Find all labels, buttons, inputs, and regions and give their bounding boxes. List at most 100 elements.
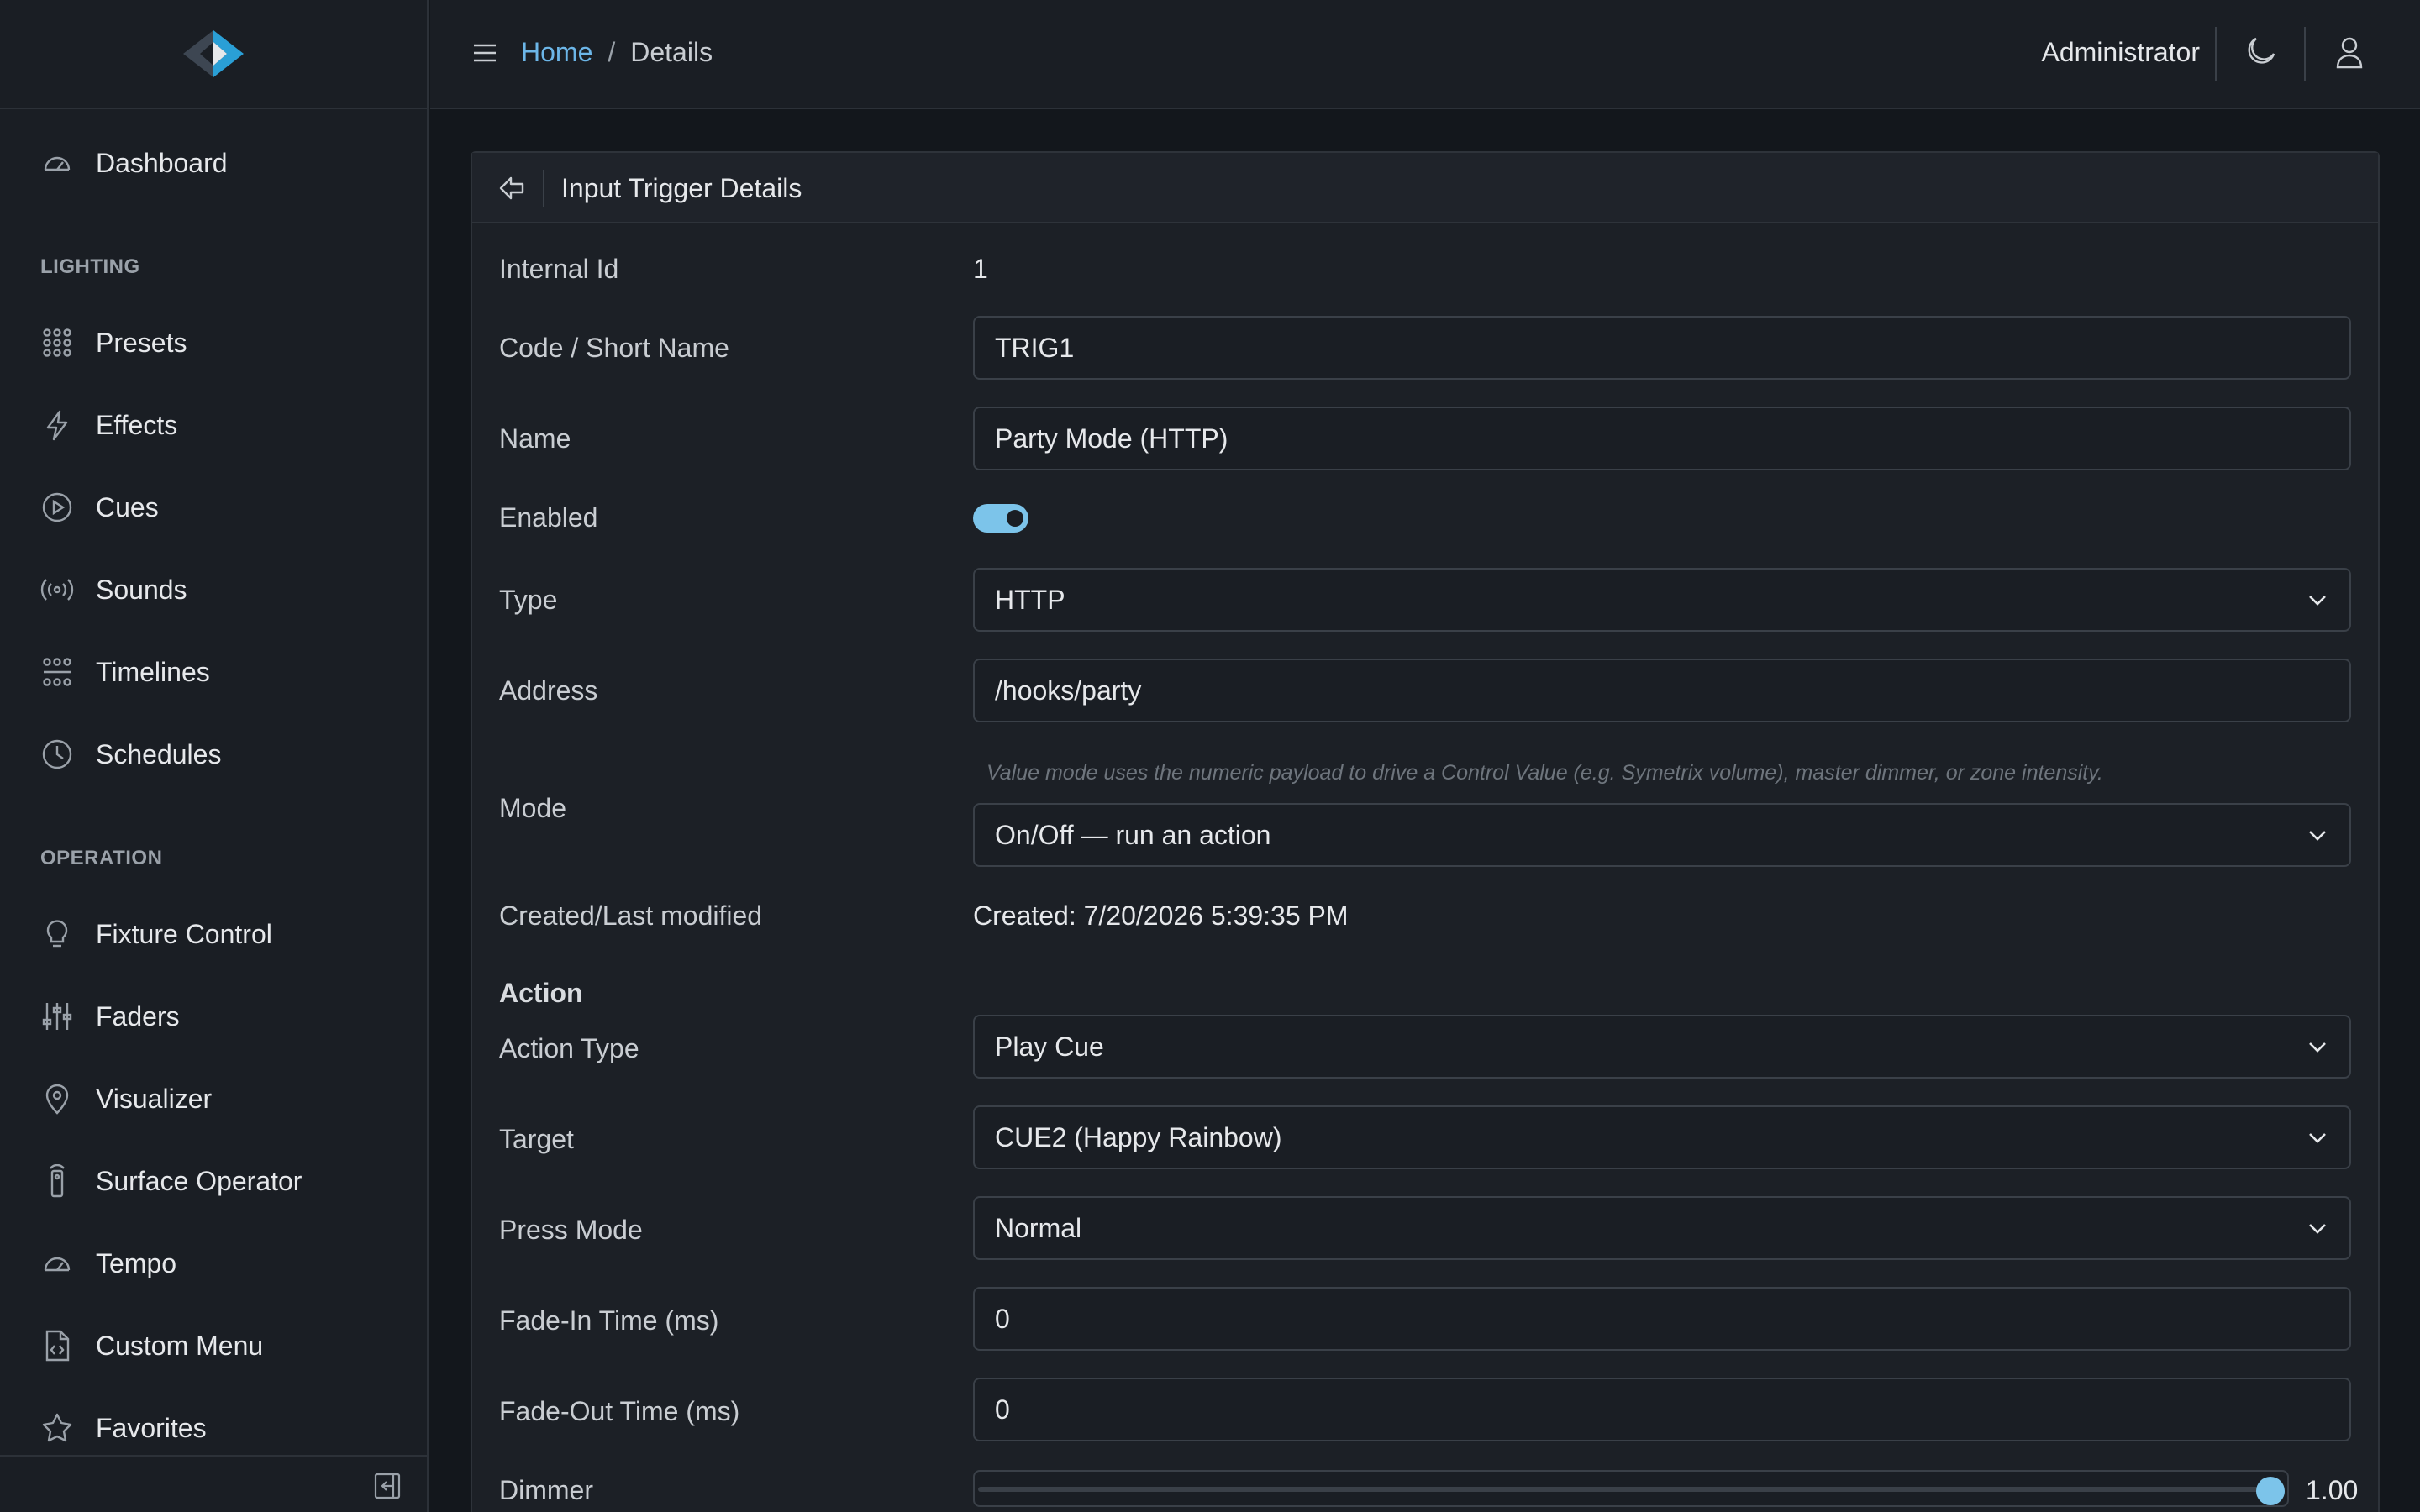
dimmer-label: Dimmer (499, 1475, 593, 1505)
mode-select[interactable]: On/Off — run an action (973, 803, 2351, 867)
sidebar-item-label: Effects (96, 409, 178, 440)
press-mode-label: Press Mode (499, 1215, 643, 1245)
divider (2215, 27, 2217, 81)
internal-id-label: Internal Id (499, 254, 619, 284)
top-bar: Home / Details Administrator (430, 0, 2420, 109)
action-type-label: Action Type (499, 1033, 639, 1063)
sidebar-item-label: Favorites (96, 1412, 207, 1443)
chevron-down-icon (2309, 1224, 2326, 1234)
address-label: Address (499, 675, 598, 706)
timeline-icon (43, 658, 71, 686)
dimmer-value: 1.00 (2306, 1475, 2359, 1505)
menu-icon[interactable] (471, 39, 499, 67)
sidebar-item-faders[interactable]: Faders (40, 991, 180, 1042)
sidebar-item-visualizer[interactable]: Visualizer (40, 1074, 212, 1124)
app-logo-icon[interactable] (178, 27, 249, 81)
sidebar-item-surface-operator[interactable]: Surface Operator (40, 1156, 302, 1206)
created-value: Created: 7/20/2026 5:39:35 PM (973, 900, 1349, 931)
fade-out-label: Fade-Out Time (ms) (499, 1396, 740, 1426)
star-icon (42, 1413, 72, 1442)
logo-area (0, 0, 427, 109)
name-input[interactable]: Party Mode (HTTP) (973, 407, 2351, 470)
sidebar-item-label: Presets (96, 327, 187, 358)
section-operation: OPERATION (40, 847, 163, 869)
collapse-sidebar-icon[interactable] (373, 1472, 402, 1500)
sliders-icon (42, 1003, 72, 1030)
sidebar-item-favorites[interactable]: Favorites (40, 1403, 207, 1453)
divider (2304, 27, 2306, 81)
sidebar-item-effects[interactable]: Effects (40, 400, 177, 450)
sidebar: Dashboard LIGHTING Presets Effects Cues … (0, 0, 429, 1512)
moon-icon[interactable] (2242, 34, 2279, 71)
back-arrow-icon[interactable] (497, 173, 528, 203)
slider-track-line (978, 1487, 2284, 1492)
fade-in-input[interactable]: 0 (973, 1287, 2351, 1351)
sidebar-item-tempo[interactable]: Tempo (40, 1238, 176, 1289)
breadcrumb-home-link[interactable]: Home (521, 37, 592, 68)
user-icon[interactable] (2331, 34, 2368, 71)
user-name[interactable]: Administrator (2042, 37, 2201, 68)
fade-in-label: Fade-In Time (ms) (499, 1305, 719, 1336)
breadcrumb: Home / Details (521, 37, 713, 68)
sidebar-item-presets[interactable]: Presets (40, 318, 187, 368)
chevron-down-icon (2309, 831, 2326, 841)
press-mode-select[interactable]: Normal (973, 1196, 2351, 1260)
gauge-icon (44, 1257, 71, 1272)
sidebar-item-label: Dashboard (96, 147, 228, 178)
breadcrumb-separator: / (608, 37, 616, 67)
remote-icon (50, 1164, 65, 1198)
sidebar-item-label: Surface Operator (96, 1165, 302, 1196)
dimmer-slider[interactable] (973, 1470, 2289, 1507)
sidebar-item-schedules[interactable]: Schedules (40, 729, 221, 780)
internal-id-value: 1 (973, 254, 988, 284)
sidebar-item-label: Custom Menu (96, 1330, 264, 1361)
gauge-icon (44, 156, 71, 171)
slider-thumb[interactable] (2256, 1477, 2285, 1505)
code-input[interactable]: TRIG1 (973, 316, 2351, 380)
fade-out-input[interactable]: 0 (973, 1378, 2351, 1441)
chevron-down-icon (2309, 1133, 2326, 1143)
mode-label: Mode (499, 793, 567, 823)
sidebar-item-timelines[interactable]: Timelines (40, 647, 210, 697)
sidebar-item-label: Sounds (96, 574, 187, 605)
action-type-value: Play Cue (995, 1031, 1104, 1062)
card-title: Input Trigger Details (561, 173, 802, 203)
grid-icon (43, 328, 71, 357)
sidebar-item-label: Faders (96, 1000, 180, 1032)
sidebar-item-dashboard[interactable]: Dashboard (40, 138, 228, 188)
enabled-label: Enabled (499, 502, 598, 533)
sidebar-item-custom-menu[interactable]: Custom Menu (40, 1320, 263, 1371)
chevron-down-icon (2309, 1042, 2326, 1053)
mode-hint: Value mode uses the numeric payload to d… (986, 761, 2103, 785)
created-label: Created/Last modified (499, 900, 763, 931)
clock-icon (42, 739, 72, 769)
target-value: CUE2 (Happy Rainbow) (995, 1121, 1282, 1152)
action-type-select[interactable]: Play Cue (973, 1015, 2351, 1079)
pin-icon (45, 1084, 69, 1115)
type-label: Type (499, 585, 558, 615)
sidebar-item-label: Fixture Control (96, 918, 272, 949)
name-label: Name (499, 423, 571, 454)
divider (543, 170, 544, 207)
sidebar-item-sounds[interactable]: Sounds (40, 564, 187, 615)
press-mode-value: Normal (995, 1212, 1082, 1243)
chevron-down-icon (2309, 596, 2326, 606)
enabled-toggle[interactable] (973, 504, 1028, 533)
type-select[interactable]: HTTP (973, 568, 2351, 632)
code-label: Code / Short Name (499, 333, 729, 363)
play-circle-icon (42, 492, 72, 522)
target-select[interactable]: CUE2 (Happy Rainbow) (973, 1105, 2351, 1169)
sidebar-footer (0, 1455, 427, 1512)
bulb-icon (46, 920, 68, 948)
sidebar-item-label: Visualizer (96, 1083, 213, 1114)
address-input[interactable]: /hooks/party (973, 659, 2351, 722)
action-heading: Action (499, 978, 583, 1008)
breadcrumb-current: Details (630, 37, 713, 67)
sidebar-item-cues[interactable]: Cues (40, 482, 159, 533)
broadcast-icon (40, 579, 74, 601)
sidebar-item-fixture-control[interactable]: Fixture Control (40, 909, 272, 959)
sidebar-item-label: Timelines (96, 656, 210, 687)
card-header: Input Trigger Details (472, 153, 2378, 223)
details-card: Input Trigger Details Internal Id 1 Code… (471, 151, 2380, 1512)
mode-select-value: On/Off — run an action (995, 819, 1271, 850)
